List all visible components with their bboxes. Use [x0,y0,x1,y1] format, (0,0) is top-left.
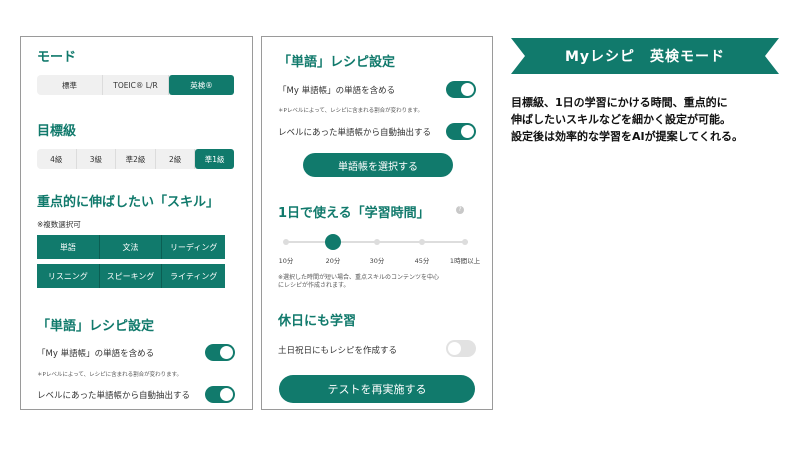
settings-panel-left: モード 標準 TOEIC® L/R 英検® 目標級 4級 3級 準2級 2級 準… [20,36,253,410]
holiday-toggle[interactable] [446,340,476,357]
time-label-20: 20分 [325,257,341,265]
mode-selector: 標準 TOEIC® L/R 英検® [37,75,234,95]
level-option-2[interactable]: 2級 [156,149,196,169]
skill-grid: 単語 文法 リーディング リスニング スピーキング ライティング [37,235,225,288]
mode-option-eiken[interactable]: 英検® [169,75,234,95]
toggle-knob [461,83,474,96]
level-selector: 4級 3級 準2級 2級 準1級 [37,149,234,169]
time-label-45: 45分 [414,257,430,265]
skill-vocabulary[interactable]: 単語 [37,235,100,259]
auto-extract-label: レベルにあった単語帳から自動抽出する [278,128,432,138]
vocab-heading: 「単語」レシピ設定 [37,319,155,334]
auto-extract-toggle[interactable] [446,123,476,140]
p-level-note: ＊Pレベルによって、レシピに含まれる割合が変わります。 [37,372,183,378]
skill-listening[interactable]: リスニング [37,264,100,288]
skill-grammar[interactable]: 文法 [99,235,163,259]
toggle-knob [220,346,233,359]
info-icon[interactable]: ? [456,206,464,214]
description-line: 設定後は効率的な学習をAIが提案してくれる。 [511,130,743,143]
banner-title: Myレシピ 英検モード [564,49,726,65]
auto-extract-label: レベルにあった単語帳から自動抽出する [37,391,191,401]
include-my-vocab-label: 「My 単語帳」の単語を含める [278,86,396,96]
p-level-note: ＊Pレベルによって、レシピに含まれる割合が変わります。 [278,108,424,114]
time-slider-thumb[interactable] [325,234,341,250]
level-heading: 目標級 [37,124,77,139]
description-line: 伸ばしたいスキルなどを細かく設定が可能。 [511,113,731,126]
level-option-4[interactable]: 4級 [37,149,77,169]
skill-heading: 重点的に伸ばしたい「スキル」 [37,195,220,210]
mode-heading: モード [37,50,77,65]
time-label-30: 30分 [369,257,385,265]
time-heading: 1日で使える「学習時間」 [278,206,430,221]
include-my-vocab-label: 「My 単語帳」の単語を含める [37,349,155,359]
include-my-vocab-toggle[interactable] [446,81,476,98]
time-slider-tick-10[interactable] [283,239,289,245]
time-slider-tick-30[interactable] [374,239,380,245]
toggle-knob [461,125,474,138]
level-option-3[interactable]: 3級 [77,149,117,169]
holiday-heading: 休日にも学習 [278,314,357,329]
skill-reading[interactable]: リーディング [162,235,225,259]
auto-extract-toggle[interactable] [205,386,235,403]
retest-button[interactable]: テストを再実施する [279,375,475,403]
mode-option-standard[interactable]: 標準 [37,75,103,95]
skill-writing[interactable]: ライティング [162,264,225,288]
holiday-option-label: 土日祝日にもレシピを作成する [278,346,398,356]
time-note-line2: にレシピが作成されます。 [278,282,350,289]
select-vocab-button[interactable]: 単語帳を選択する [303,153,453,177]
time-slider-tick-60[interactable] [462,239,468,245]
time-label-60: 1時間以上 [449,257,481,265]
level-option-pre2[interactable]: 準2級 [116,149,156,169]
time-label-10: 10分 [278,257,294,265]
settings-panel-middle: 「単語」レシピ設定 「My 単語帳」の単語を含める ＊Pレベルによって、レシピに… [261,36,493,410]
feature-banner: Myレシピ 英検モード [511,38,779,74]
skill-speaking[interactable]: スピーキング [99,264,163,288]
feature-description: 目標級、1日の学習にかける時間、重点的に 伸ばしたいスキルなどを細かく設定が可能… [511,94,791,145]
include-my-vocab-toggle[interactable] [205,344,235,361]
vocab-heading: 「単語」レシピ設定 [278,55,396,70]
toggle-knob [220,388,233,401]
multi-select-note: ※複数選択可 [37,220,81,229]
toggle-knob [448,342,461,355]
mode-option-toeic[interactable]: TOEIC® L/R [103,75,169,95]
time-slider-tick-45[interactable] [419,239,425,245]
level-option-pre1[interactable]: 準1級 [195,149,234,169]
description-line: 目標級、1日の学習にかける時間、重点的に [511,96,728,109]
